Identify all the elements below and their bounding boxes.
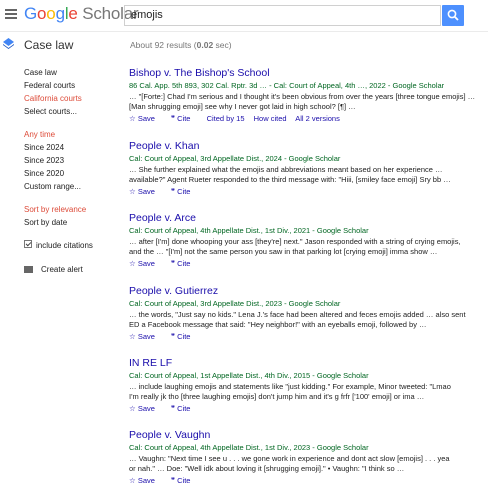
filter-select-courts[interactable]: Select courts...	[24, 107, 77, 116]
result-snippet: or nah." … Doe: "Well idk about loving i…	[129, 464, 405, 473]
result-item: People v. Arce Cal: Court of Appeal, 4th…	[129, 212, 484, 268]
result-title[interactable]: People v. Arce	[129, 212, 484, 224]
filter-case-law[interactable]: Case law	[24, 68, 57, 77]
section-title: Case law	[24, 38, 74, 52]
search-button[interactable]	[442, 5, 464, 26]
result-meta: Cal: Court of Appeal, 3rd Appellate Dist…	[129, 299, 341, 308]
result-actions: ☆ Save ❞ Cite	[129, 404, 484, 413]
result-snippet: … after [I'm] done whooping your ass [th…	[129, 237, 461, 246]
save-button[interactable]: ☆ Save	[129, 187, 162, 196]
result-snippet: … include laughing emojis and statements…	[129, 382, 451, 391]
result-item: IN RE LF Cal: Court of Appeal, 1st Appel…	[129, 357, 484, 413]
result-title[interactable]: Bishop v. The Bishop's School	[129, 67, 484, 79]
mail-icon[interactable]	[24, 266, 33, 273]
save-button[interactable]: ☆ Save	[129, 404, 162, 413]
result-title[interactable]: IN RE LF	[129, 357, 484, 369]
result-actions: ☆ Save ❞ Cite	[129, 332, 484, 341]
filter-federal-courts[interactable]: Federal courts	[24, 81, 75, 90]
save-button[interactable]: ☆ Save	[129, 114, 162, 123]
result-actions: ☆ Save ❞ Cite Cited by 15 How cited All …	[129, 114, 484, 123]
filter-california-courts[interactable]: California courts	[24, 94, 82, 103]
result-item: People v. Vaughn Cal: Court of Appeal, 4…	[129, 429, 484, 485]
create-alert-link[interactable]: Create alert	[41, 265, 83, 274]
result-meta: 86 Cal. App. 5th 893, 302 Cal. Rptr. 3d …	[129, 81, 445, 90]
result-actions: ☆ Save ❞ Cite	[129, 187, 484, 196]
logo-google: Google	[24, 4, 78, 23]
results-count: About 92 results (0.02 sec)	[130, 40, 232, 50]
cite-button[interactable]: ❞ Cite	[171, 114, 197, 123]
result-snippet: … She further explained what the emojis …	[129, 165, 443, 174]
all-versions-link[interactable]: All 2 versions	[295, 114, 340, 123]
cite-button[interactable]: ❞ Cite	[171, 259, 197, 268]
cited-by-link[interactable]: Cited by 15	[207, 114, 245, 123]
cite-button[interactable]: ❞ Cite	[171, 332, 197, 341]
search-input[interactable]: emojis	[124, 5, 441, 26]
result-snippet: [Man shrugging emoji] see why I never go…	[129, 102, 356, 111]
filter-since-2024[interactable]: Since 2024	[24, 143, 64, 152]
filter-any-time[interactable]: Any time	[24, 130, 55, 139]
result-actions: ☆ Save ❞ Cite	[129, 259, 484, 268]
result-snippet: available?" Agent Rueter responded to th…	[129, 175, 451, 184]
result-snippet: … "[Forte:] Chad I'm serious and I thoug…	[129, 92, 476, 101]
menu-icon[interactable]	[5, 9, 17, 19]
result-item: Bishop v. The Bishop's School 86 Cal. Ap…	[129, 67, 484, 123]
how-cited-link[interactable]: How cited	[254, 114, 287, 123]
filter-custom-range[interactable]: Custom range...	[24, 182, 81, 191]
result-meta: Cal: Court of Appeal, 4th Appellate Dist…	[129, 226, 369, 235]
result-item: People v. Gutierrez Cal: Court of Appeal…	[129, 285, 484, 341]
cite-button[interactable]: ❞ Cite	[171, 187, 197, 196]
header-divider	[0, 31, 488, 32]
google-scholar-logo[interactable]: Google Scholar	[24, 4, 139, 24]
search-icon	[447, 9, 459, 21]
case-law-icon	[3, 38, 14, 49]
filter-since-2023[interactable]: Since 2023	[24, 156, 64, 165]
top-bar: Google Scholar emojis	[0, 0, 488, 31]
result-snippet: … the words, "Just say no kids." Lena J.…	[129, 310, 466, 319]
result-meta: Cal: Court of Appeal, 1st Appellate Dist…	[129, 371, 369, 380]
save-button[interactable]: ☆ Save	[129, 259, 162, 268]
sort-by-relevance[interactable]: Sort by relevance	[24, 205, 86, 214]
sort-by-date[interactable]: Sort by date	[24, 218, 67, 227]
result-snippet: … Vaughn: "Next time I see u . . . we go…	[129, 454, 450, 463]
result-snippet: and the … "[I'm] not the same person you…	[129, 247, 438, 256]
result-title[interactable]: People v. Gutierrez	[129, 285, 484, 297]
save-button[interactable]: ☆ Save	[129, 332, 162, 341]
result-snippet: ED a Facebook message that said: "Hey ne…	[129, 320, 427, 329]
result-snippet: I'm really jk tho [three laughing emojis…	[129, 392, 425, 401]
include-citations-checkbox[interactable]	[24, 240, 32, 248]
result-title[interactable]: People v. Vaughn	[129, 429, 484, 441]
result-meta: Cal: Court of Appeal, 4th Appellate Dist…	[129, 443, 369, 452]
result-meta: Cal: Court of Appeal, 3rd Appellate Dist…	[129, 154, 341, 163]
result-item: People v. Khan Cal: Court of Appeal, 3rd…	[129, 140, 484, 196]
include-citations-label[interactable]: include citations	[36, 241, 93, 250]
filter-since-2020[interactable]: Since 2020	[24, 169, 64, 178]
result-title[interactable]: People v. Khan	[129, 140, 484, 152]
cite-button[interactable]: ❞ Cite	[171, 404, 197, 413]
